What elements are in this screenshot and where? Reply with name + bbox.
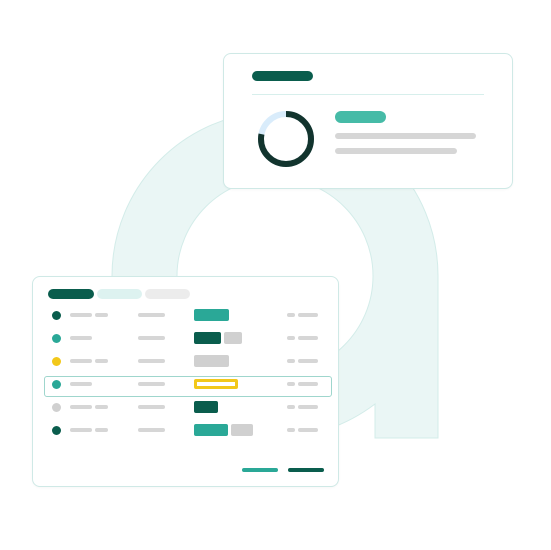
table-row-highlight: [44, 376, 332, 397]
status-chip: [194, 309, 229, 321]
row-text-line: [70, 428, 92, 432]
summary-card: [223, 53, 513, 189]
row-text-line: [138, 336, 165, 340]
summary-card-title-placeholder: [252, 71, 313, 81]
status-chip: [231, 424, 253, 436]
row-meta-line: [287, 405, 295, 409]
status-dot: [52, 403, 61, 412]
primary-action-button[interactable]: [288, 468, 324, 472]
row-meta-line: [298, 313, 318, 317]
row-text-line: [95, 428, 108, 432]
status-chip: [194, 424, 228, 436]
row-text-line: [95, 313, 108, 317]
row-meta-line: [287, 336, 295, 340]
row-meta-line: [287, 428, 295, 432]
row-text-line: [70, 359, 92, 363]
row-text-line: [138, 313, 165, 317]
summary-card-text-line: [335, 133, 476, 139]
row-text-line: [70, 405, 92, 409]
status-chip: [194, 332, 221, 344]
summary-card-text-line: [335, 148, 457, 154]
tab-tertiary[interactable]: [145, 289, 190, 299]
row-text-line: [70, 382, 92, 386]
row-text-line: [70, 313, 92, 317]
row-text-line: [95, 359, 108, 363]
row-meta-line: [298, 359, 318, 363]
tab-active[interactable]: [48, 289, 94, 299]
row-text-line: [138, 359, 165, 363]
row-meta-line: [287, 382, 295, 386]
tab-secondary[interactable]: [97, 289, 142, 299]
status-dot: [52, 426, 61, 435]
summary-card-divider: [252, 94, 484, 95]
status-dot: [52, 311, 61, 320]
row-text-line: [70, 336, 92, 340]
row-text-line: [138, 405, 165, 409]
status-dot: [52, 334, 61, 343]
row-text-line: [138, 428, 165, 432]
row-meta-line: [287, 359, 295, 363]
row-meta-line: [298, 405, 318, 409]
row-meta-line: [298, 428, 318, 432]
row-text-line: [138, 382, 165, 386]
status-chip: [194, 355, 229, 367]
row-meta-line: [287, 313, 295, 317]
row-text-line: [95, 405, 108, 409]
status-dot: [52, 357, 61, 366]
summary-card-badge-placeholder: [335, 111, 386, 123]
table-card: [32, 276, 339, 487]
status-chip: [194, 401, 218, 413]
donut-chart-icon: [258, 111, 314, 167]
status-chip: [224, 332, 242, 344]
status-dot: [52, 380, 61, 389]
row-meta-line: [298, 336, 318, 340]
status-chip: [194, 379, 238, 389]
row-meta-line: [298, 382, 318, 386]
secondary-action-button[interactable]: [242, 468, 278, 472]
